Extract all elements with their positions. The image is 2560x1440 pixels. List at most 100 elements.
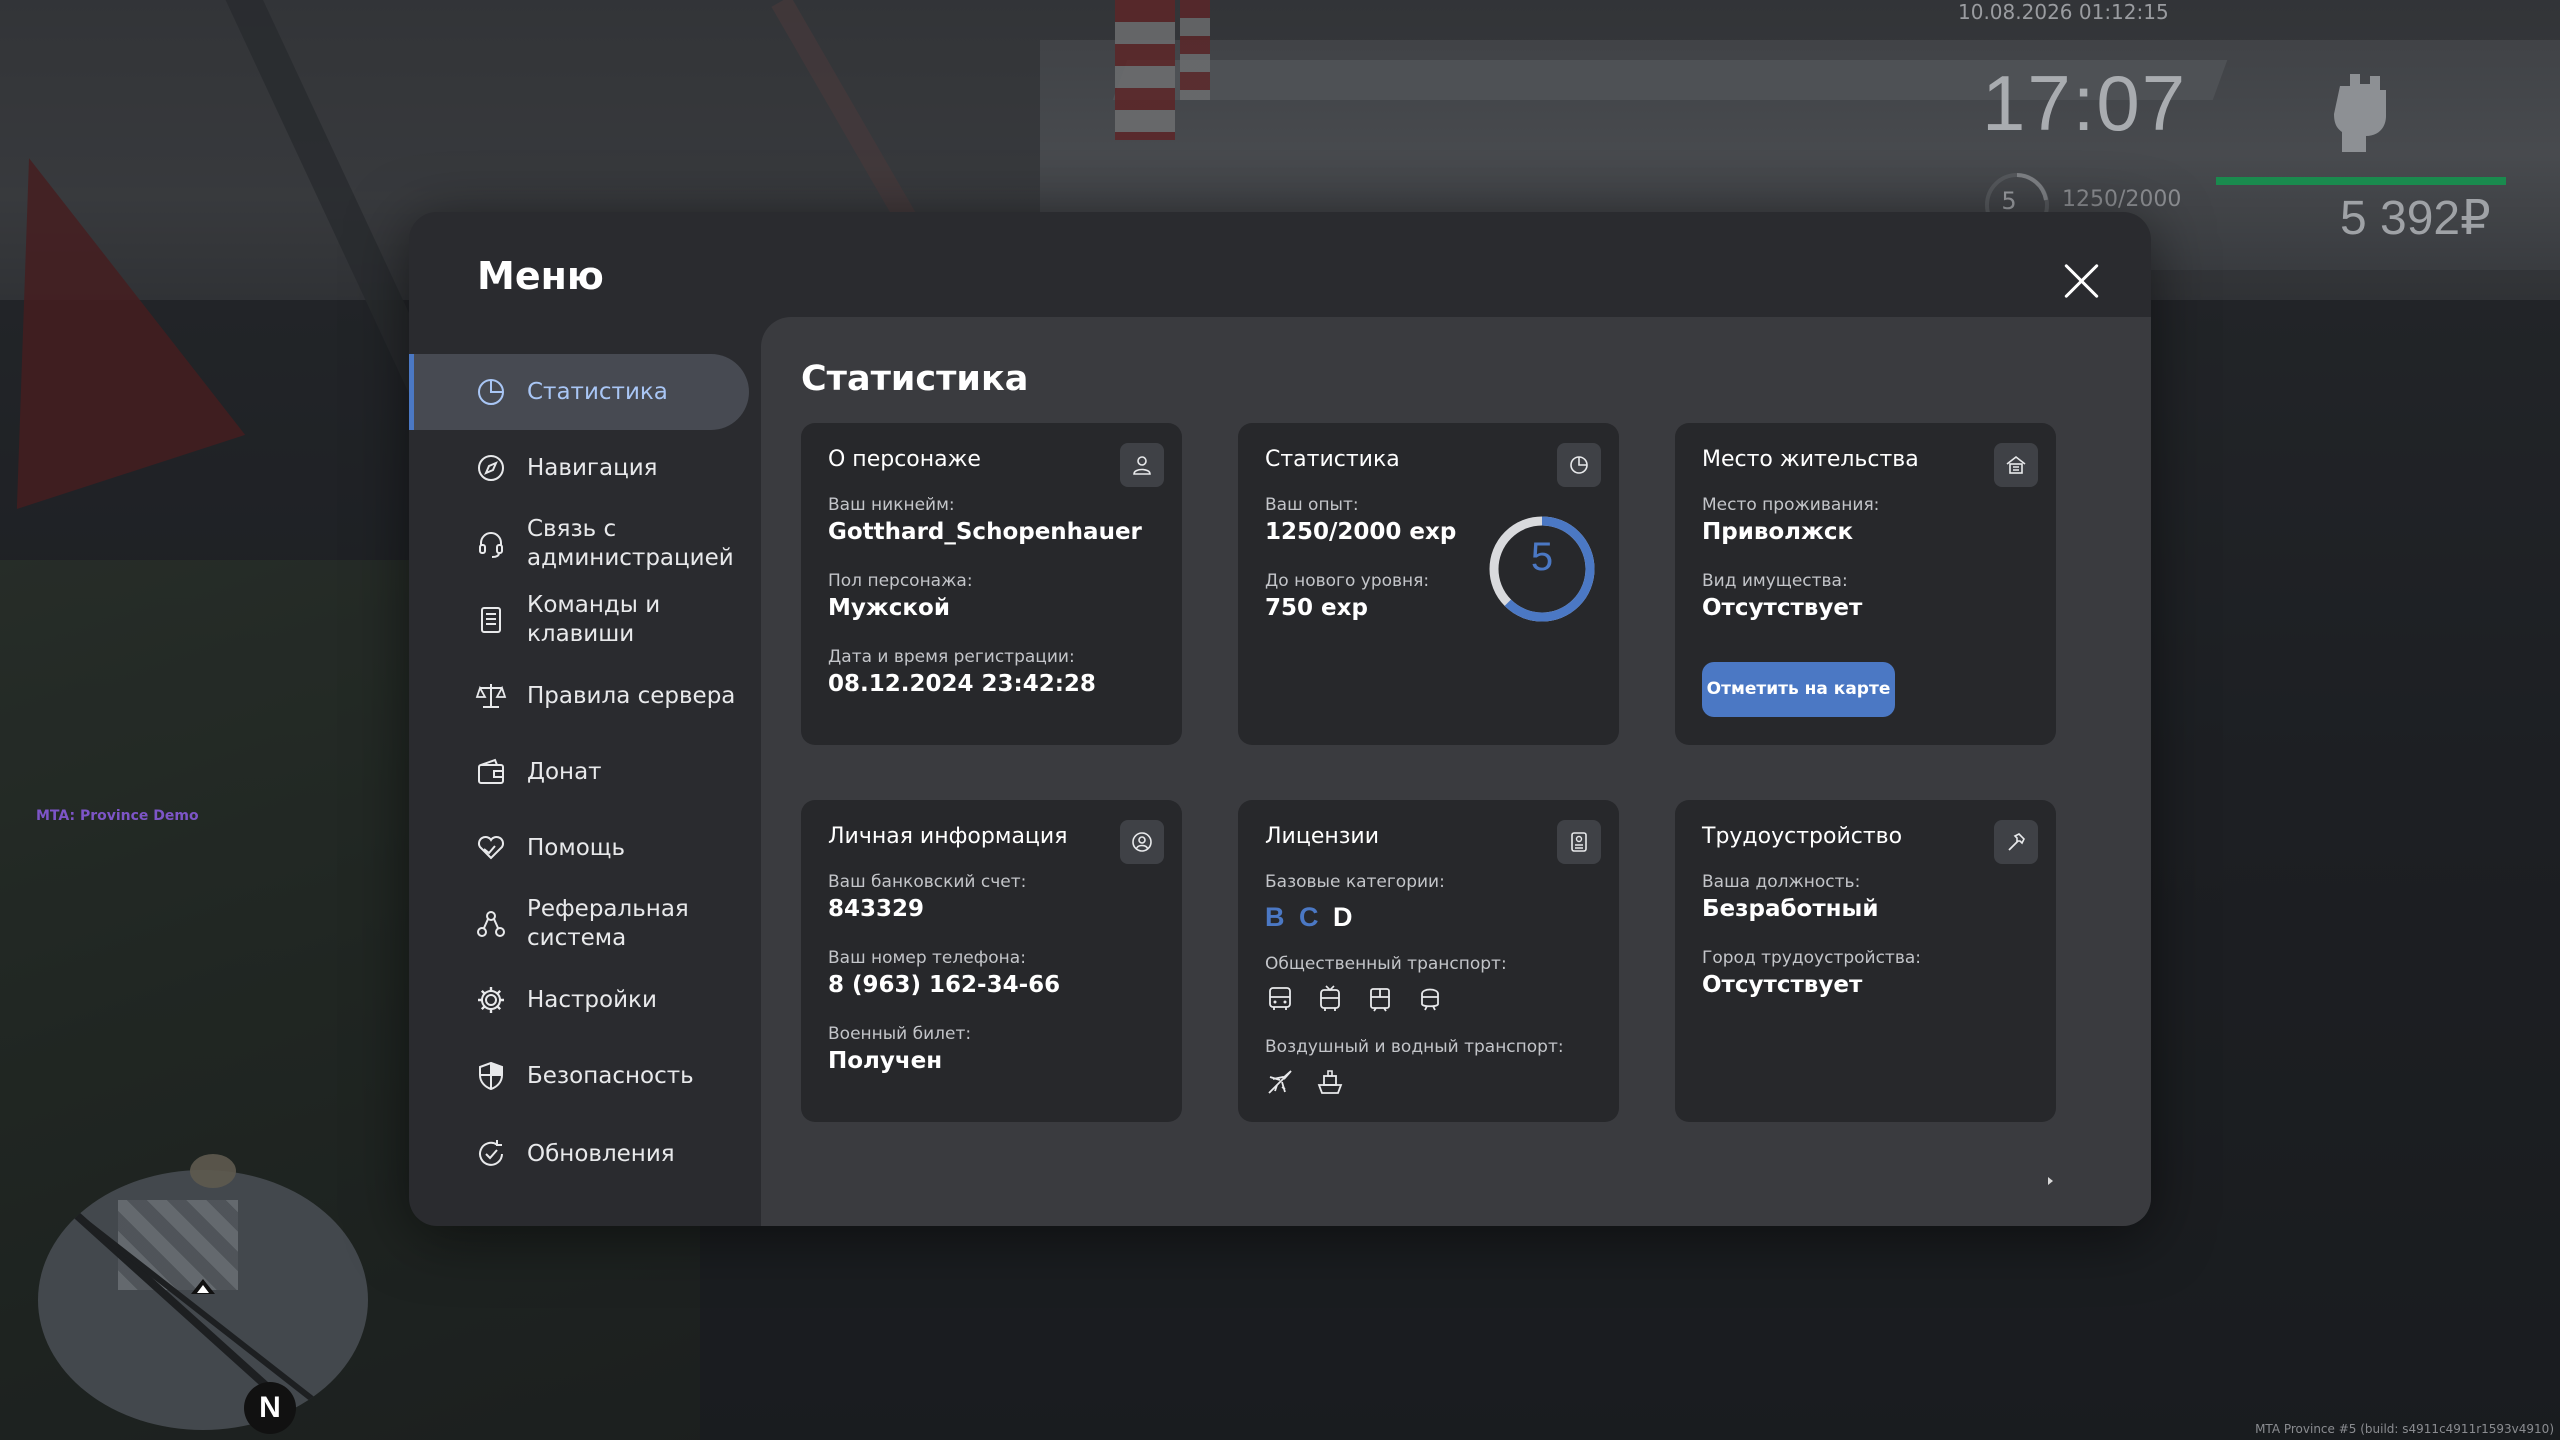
sidebar-item-label: Команды и клавиши <box>527 592 661 647</box>
scales-icon <box>475 680 507 712</box>
place-label: Место проживания: <box>1702 495 1880 515</box>
card-title: Лицензии <box>1265 824 1380 849</box>
trolleybus-icon <box>1315 984 1345 1014</box>
hud-money: 5 392₽ <box>2340 192 2491 245</box>
work-city-value: Отсутствует <box>1702 972 1863 998</box>
sidebar-item-settings[interactable]: Настройки <box>409 962 749 1038</box>
user-circle-icon <box>1120 820 1164 864</box>
content-panel: Статистика О персонаже Ваш никнейм: Gott… <box>761 317 2151 1226</box>
health-bar <box>2216 177 2506 185</box>
sidebar-item-label: Донат <box>527 758 602 785</box>
gear-icon <box>475 984 507 1016</box>
sidebar-item-label: Настройки <box>527 986 657 1013</box>
clock-pie-icon <box>1557 443 1601 487</box>
truck-marker-icon <box>190 1154 236 1188</box>
sidebar-item-label: Реферальная система <box>527 896 689 951</box>
sidebar-item-statistics[interactable]: Статистика <box>409 354 749 430</box>
air-water-transport-icons <box>1265 1067 1345 1097</box>
position-label: Ваша должность: <box>1702 872 1861 892</box>
residence-card: Место жительства Место проживания: Приво… <box>1675 423 2056 745</box>
mouse-cursor-icon <box>2048 1177 2053 1185</box>
page-title: Статистика <box>801 359 1029 399</box>
tram-icon <box>1365 984 1395 1014</box>
phone-value: 8 (963) 162-34-66 <box>828 972 1061 998</box>
sidebar-item-referral[interactable]: Реферальная система <box>409 886 749 962</box>
base-categories-label: Базовые категории: <box>1265 872 1445 892</box>
player-marker-icon <box>191 1279 215 1294</box>
work-city-label: Город трудоустройства: <box>1702 948 1921 968</box>
server-label: MTA: Province Demo <box>36 808 199 824</box>
headset-icon <box>475 528 507 560</box>
compass-icon <box>475 452 507 484</box>
next-level-value: 750 exp <box>1265 595 1368 621</box>
sidebar-item-label: Навигация <box>527 454 658 481</box>
mark-on-map-button[interactable]: Отметить на карте <box>1702 662 1895 717</box>
hud-exp: 1250/2000 <box>2062 187 2182 212</box>
registration-value: 08.12.2024 23:42:28 <box>828 671 1096 697</box>
military-value: Получен <box>828 1048 943 1074</box>
position-value: Безработный <box>1702 896 1879 922</box>
air-water-transport-label: Воздушный и водный транспорт: <box>1265 1037 1564 1057</box>
airplane-icon <box>1265 1067 1295 1097</box>
card-title: Место жительства <box>1702 447 1919 472</box>
exp-label: Ваш опыт: <box>1265 495 1359 515</box>
hud-datetime: 10.08.2026 01:12:15 <box>1958 0 2169 24</box>
hud-clock: 17:07 <box>1982 59 2188 147</box>
bus-icon <box>1265 984 1295 1014</box>
build-label: MTA Province #5 (build: s4911c4911r1593v… <box>2255 1422 2554 1436</box>
sidebar-item-label: Правила сервера <box>527 682 736 709</box>
nickname-value: Gotthard_Schopenhauer <box>828 519 1142 545</box>
card-title: Статистика <box>1265 447 1400 472</box>
licenses-card: Лицензии Базовые категории: B C D Общест… <box>1238 800 1619 1122</box>
license-category-d: D <box>1333 902 1353 932</box>
menu-window: Меню Статистика Навигация Связь с админи… <box>409 212 2151 1226</box>
place-value: Приволжск <box>1702 519 1854 545</box>
personal-info-card: Личная информация Ваш банковский счет: 8… <box>801 800 1182 1122</box>
license-category-b: B <box>1265 902 1285 932</box>
phone-label: Ваш номер телефона: <box>828 948 1026 968</box>
wallet-icon <box>475 756 507 788</box>
fist-icon <box>2326 64 2396 154</box>
ship-icon <box>1315 1067 1345 1097</box>
referral-network-icon <box>475 908 507 940</box>
property-value: Отсутствует <box>1702 595 1863 621</box>
sidebar-item-server-rules[interactable]: Правила сервера <box>409 658 749 734</box>
minimap-buildings <box>118 1200 238 1290</box>
subway-icon <box>1415 984 1445 1014</box>
bank-label: Ваш банковский счет: <box>828 872 1027 892</box>
sidebar-item-label: Безопасность <box>527 1062 694 1089</box>
military-label: Военный билет: <box>828 1024 972 1044</box>
card-title: Трудоустройство <box>1702 824 1903 849</box>
sidebar-item-donate[interactable]: Донат <box>409 734 749 810</box>
sidebar-item-security[interactable]: Безопасность <box>409 1038 749 1114</box>
gender-label: Пол персонажа: <box>828 571 973 591</box>
menu-title: Меню <box>477 254 604 298</box>
sidebar-item-navigation[interactable]: Навигация <box>409 430 749 506</box>
gender-value: Мужской <box>828 595 950 621</box>
shield-icon <box>475 1060 507 1092</box>
card-title: О персонаже <box>828 447 981 472</box>
sidebar-item-label: Помощь <box>527 834 626 861</box>
north-indicator: N <box>244 1382 296 1434</box>
sidebar-item-commands[interactable]: Команды и клавиши <box>409 582 749 658</box>
sidebar-item-label: Статистика <box>527 378 668 405</box>
pie-chart-icon <box>475 376 507 408</box>
registration-label: Дата и время регистрации: <box>828 647 1075 667</box>
bank-value: 843329 <box>828 896 925 922</box>
public-transport-label: Общественный транспорт: <box>1265 954 1507 974</box>
close-button[interactable] <box>2057 256 2107 306</box>
sidebar-item-updates[interactable]: Обновления <box>409 1116 749 1192</box>
document-list-icon <box>475 604 507 636</box>
card-title: Личная информация <box>828 824 1068 849</box>
license-category-c: C <box>1299 902 1319 932</box>
sidebar-item-help[interactable]: Помощь <box>409 810 749 886</box>
public-transport-icons <box>1265 984 1445 1014</box>
hammer-icon <box>1994 820 2038 864</box>
sidebar-item-contact-admin[interactable]: Связь с администрацией <box>409 506 749 582</box>
sidebar-item-label: Связь с администрацией <box>527 516 734 571</box>
employment-card: Трудоустройство Ваша должность: Безработ… <box>1675 800 2056 1122</box>
stats-card: Статистика Ваш опыт: 1250/2000 exp До но… <box>1238 423 1619 745</box>
next-level-label: До нового уровня: <box>1265 571 1430 591</box>
character-card: О персонаже Ваш никнейм: Gotthard_Schope… <box>801 423 1182 745</box>
property-label: Вид имущества: <box>1702 571 1848 591</box>
